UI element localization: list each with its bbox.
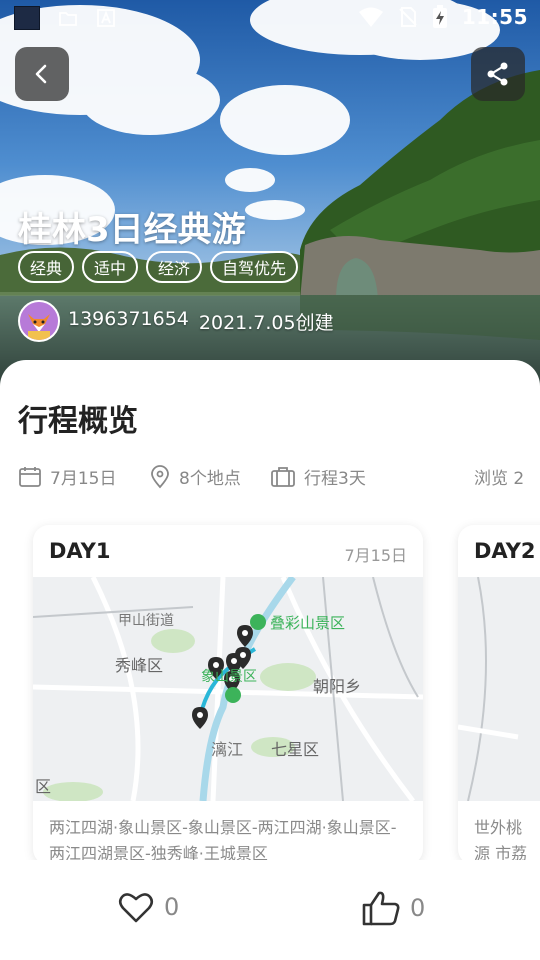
day-route-map[interactable] (458, 577, 540, 801)
meta-date: 7月15日 (18, 464, 116, 489)
day-card[interactable]: DAY1 7月15日 甲山街道 叠彩山景区 秀峰区 象山景区 朝阳乡 漓江 七星… (33, 525, 423, 860)
map-graphic (458, 577, 540, 801)
day-date: 7月15日 (344, 546, 407, 565)
author-id: 1396371654 (68, 307, 189, 330)
map-label: 朝阳乡 (313, 677, 361, 696)
day-route-text: 世外桃源 市荔浦 (474, 818, 528, 860)
battery-charging-icon (432, 5, 447, 28)
folder-notification-icon (59, 12, 77, 26)
map-label: 区 (35, 777, 51, 796)
hero-banner: 11:55 桂林3日经典游 经典 适中 经济 自驾优先 1396371654 2… (0, 0, 540, 390)
created-date: 2021.7.05创建 (198, 311, 334, 334)
trip-tag: 自驾优先 (210, 251, 299, 283)
meta-date-text: 7月15日 (50, 469, 117, 489)
share-icon (487, 62, 508, 86)
share-button[interactable] (471, 47, 525, 101)
meta-places-text: 8个地点 (179, 469, 241, 489)
bottom-action-bar: 0 0 (0, 860, 540, 960)
day-label: DAY1 (49, 539, 111, 563)
back-button[interactable] (15, 47, 69, 101)
day-card[interactable]: DAY2 世外桃源 市荔浦 (458, 525, 540, 860)
meta-views-text: 浏览 2 (474, 469, 525, 489)
day-route-map[interactable]: 甲山街道 叠彩山景区 秀峰区 象山景区 朝阳乡 漓江 七星区 区 (33, 577, 423, 801)
meta-duration-text: 行程3天 (304, 469, 366, 489)
map-label: 象山景区 (201, 669, 257, 685)
trip-tag: 适中 (82, 251, 139, 283)
heart-icon (118, 893, 154, 923)
trip-title: 桂林3日经典游 (18, 210, 246, 250)
map-label: 秀峰区 (115, 656, 163, 675)
map-label: 叠彩山景区 (270, 614, 345, 632)
wifi-icon (358, 7, 383, 27)
map-graphic: 甲山街道 叠彩山景区 秀峰区 象山景区 朝阳乡 漓江 七星区 区 (33, 577, 423, 801)
location-pin-icon (151, 464, 169, 488)
day-cards-carousel[interactable]: DAY1 7月15日 甲山街道 叠彩山景区 秀峰区 象山景区 朝阳乡 漓江 七星… (0, 525, 540, 860)
map-label: 甲山街道 (118, 613, 174, 629)
avatar[interactable] (18, 300, 60, 342)
section-title: 行程概览 (18, 404, 138, 439)
day-label: DAY2 (474, 539, 536, 563)
back-icon (35, 64, 47, 84)
favorite-count: 0 (164, 893, 180, 921)
like-button[interactable]: 0 (362, 890, 425, 926)
thumbs-up-icon (362, 891, 400, 926)
author-row[interactable]: 1396371654 2021.7.05创建 (18, 300, 334, 342)
status-time: 11:55 (461, 5, 528, 29)
map-label: 漓江 (211, 740, 243, 759)
app-notification-icon (14, 6, 40, 30)
status-bar: 11:55 (0, 0, 540, 36)
calendar-icon (19, 466, 41, 487)
trip-tags: 经典 适中 经济 自驾优先 (18, 251, 299, 283)
trip-tag: 经典 (18, 251, 75, 283)
trip-meta-row: 7月15日 8个地点 行程3天 浏览 2 (18, 464, 540, 494)
suitcase-icon (271, 466, 295, 487)
like-count: 0 (410, 894, 426, 922)
fox-avatar-icon (20, 302, 58, 340)
trip-tag: 经济 (146, 251, 203, 283)
itinerary-sheet: 行程概览 7月15日 8个地点 行程3天 浏览 2 DAY1 7月15日 甲山街… (0, 360, 540, 860)
map-label: 七星区 (271, 740, 319, 759)
meta-places: 8个地点 (149, 464, 241, 489)
font-notification-icon (97, 9, 115, 27)
day-route-text: 两江四湖·象山景区-象山景区-两江四湖·象山景区-两江四湖景区-独秀峰·王城景区 (49, 818, 397, 860)
no-sim-icon (399, 7, 417, 27)
meta-views: 浏览 2 (474, 464, 524, 489)
favorite-button[interactable]: 0 (118, 890, 179, 924)
meta-duration: 行程3天 (270, 464, 366, 489)
